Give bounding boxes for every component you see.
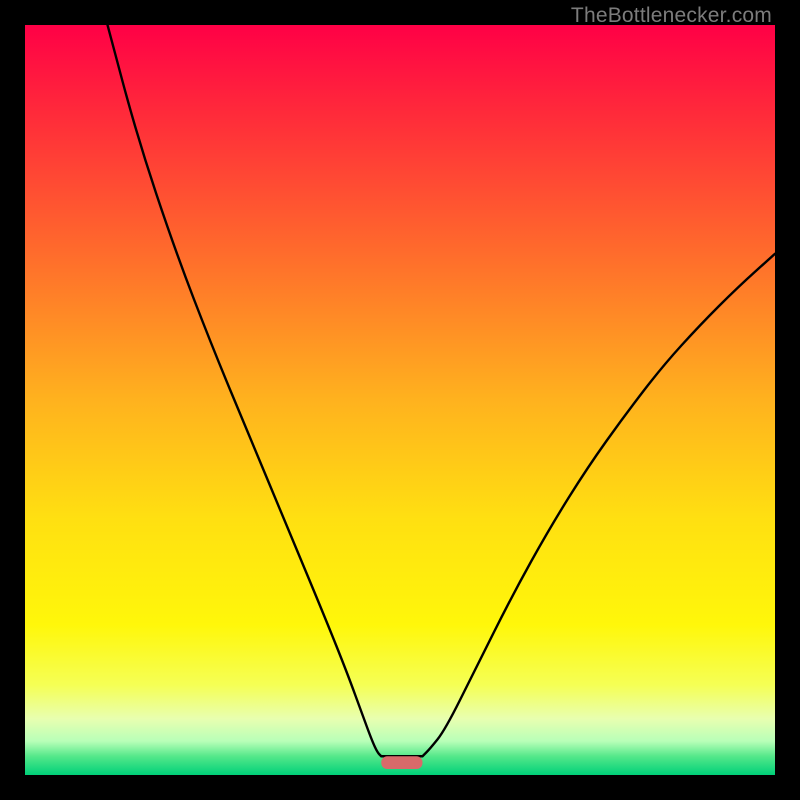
plot-area: [25, 25, 775, 775]
optimal-point-marker: [381, 756, 422, 769]
chart-frame: TheBottlenecker.com: [0, 0, 800, 800]
plot-svg: [25, 25, 775, 775]
